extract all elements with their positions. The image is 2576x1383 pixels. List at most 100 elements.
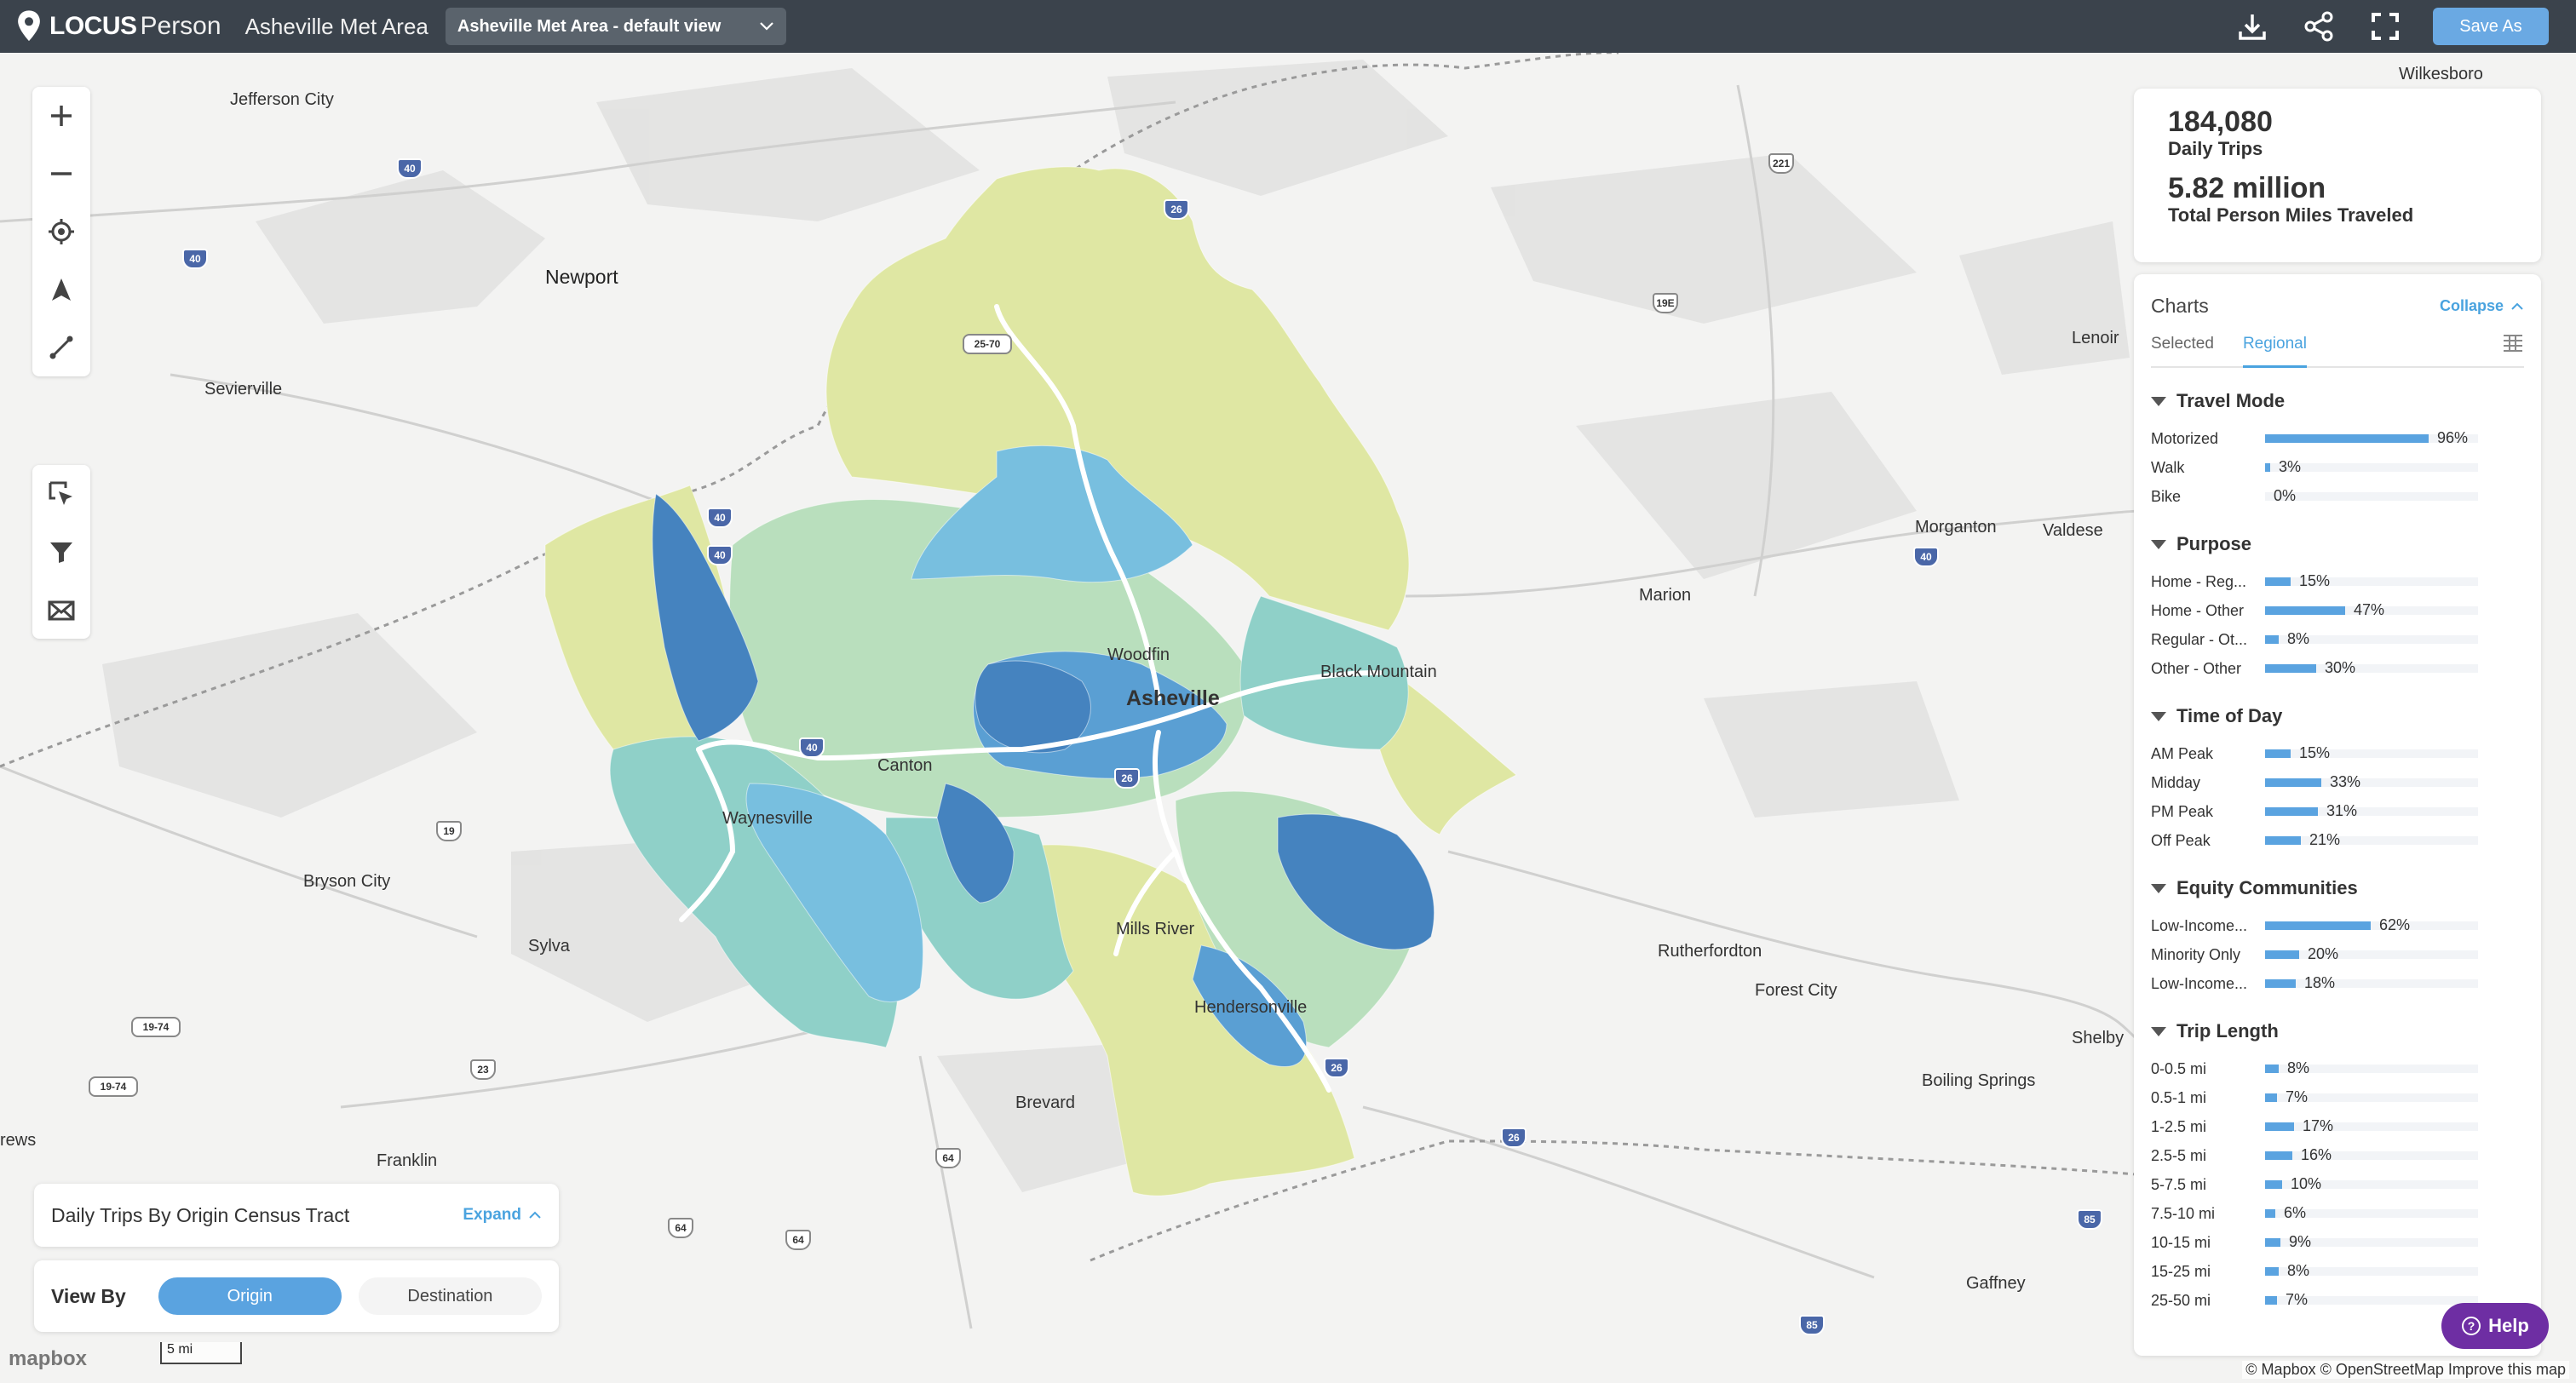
- chart-row: Home - Reg... 15%: [2151, 567, 2524, 596]
- route-shield-icon: 40: [707, 545, 733, 565]
- chart-bar: [2265, 1180, 2282, 1189]
- collapse-button[interactable]: Collapse: [2440, 297, 2524, 315]
- chart-bar-track: 6%: [2265, 1204, 2478, 1221]
- chart-bar-track: 30%: [2265, 659, 2478, 676]
- app-root: LOCUS Person Asheville Met Area Ashevill…: [0, 0, 2576, 1383]
- tab-regional[interactable]: Regional: [2242, 335, 2307, 368]
- chart-bar: [2265, 778, 2321, 787]
- chart-section-toggle[interactable]: Equity Communities: [2151, 877, 2524, 899]
- miles-traveled-label: Total Person Miles Traveled: [2168, 204, 2414, 226]
- chart-row-label: Regular - Ot...: [2151, 630, 2248, 648]
- caret-down-icon: [2151, 711, 2166, 721]
- summary-stats-card: 184,080 Daily Trips 5.82 million Total P…: [2134, 89, 2541, 262]
- help-circle-icon: ?: [2462, 1317, 2481, 1335]
- charts-title: Charts: [2151, 295, 2209, 317]
- chart-row-value: 31%: [2326, 802, 2358, 819]
- download-button[interactable]: [2234, 8, 2271, 45]
- route-shield-icon: 64: [785, 1230, 811, 1250]
- chart-bar: [2265, 1065, 2279, 1073]
- chart-bar: [2265, 979, 2296, 988]
- compass-button[interactable]: [32, 261, 90, 318]
- view-select-dropdown[interactable]: Asheville Met Area - default view: [445, 8, 786, 45]
- help-button[interactable]: ? Help: [2441, 1303, 2549, 1349]
- chart-row-label: AM Peak: [2151, 744, 2214, 762]
- chart-row-label: Minority Only: [2151, 945, 2241, 963]
- expand-button[interactable]: Expand: [463, 1206, 542, 1225]
- chart-bar-track: 33%: [2265, 773, 2478, 790]
- zoom-in-button[interactable]: [32, 87, 90, 145]
- chart-row-label: Home - Other: [2151, 601, 2245, 619]
- chart-row-value: 16%: [2301, 1146, 2332, 1163]
- chart-row: Home - Other 47%: [2151, 596, 2524, 625]
- chart-row-label: 0-0.5 mi: [2151, 1059, 2207, 1077]
- chart-row-label: 0.5-1 mi: [2151, 1088, 2207, 1106]
- map-layers-icon: [48, 600, 75, 621]
- view-by-title: View By: [51, 1284, 126, 1307]
- chart-row: Minority Only 20%: [2151, 940, 2524, 969]
- brand-logo[interactable]: LOCUS Person: [14, 9, 221, 43]
- map-attribution[interactable]: © Mapbox © OpenStreetMap Improve this ma…: [2242, 1361, 2569, 1379]
- chart-row-label: Motorized: [2151, 429, 2219, 447]
- chart-row-value: 7%: [2286, 1291, 2309, 1308]
- chart-bar-track: 47%: [2265, 601, 2478, 618]
- legend-card: Daily Trips By Origin Census Tract Expan…: [34, 1184, 559, 1247]
- chart-bar-track: 8%: [2265, 630, 2478, 647]
- area-name: Asheville Met Area: [244, 13, 428, 39]
- route-shield-icon: 23: [470, 1059, 496, 1080]
- table-view-icon[interactable]: [2502, 333, 2524, 353]
- chart-section-toggle[interactable]: Travel Mode: [2151, 390, 2524, 412]
- map-select-toolbar: [32, 465, 90, 639]
- city-label: Wilkesboro: [2399, 65, 2483, 83]
- route-shield-icon: 19: [436, 821, 462, 841]
- chart-sections: Travel Mode Motorized 96% Walk 3% Bike 0% Purpo…: [2151, 390, 2524, 1315]
- zoom-out-button[interactable]: [32, 145, 90, 203]
- chart-row-value: 10%: [2291, 1175, 2322, 1192]
- charts-header: Charts Collapse: [2151, 295, 2524, 318]
- filter-button[interactable]: [32, 523, 90, 581]
- chart-row-value: 21%: [2309, 831, 2341, 848]
- measure-button[interactable]: [32, 318, 90, 376]
- chart-section: Trip Length 0-0.5 mi 8% 0.5-1 mi 7% 1-2.5 mi 1…: [2151, 1020, 2524, 1315]
- chart-row: Low-Income... 18%: [2151, 969, 2524, 998]
- city-label: Brevard: [1015, 1093, 1076, 1112]
- chart-section-toggle[interactable]: Time of Day: [2151, 705, 2524, 727]
- chart-row: 0.5-1 mi 7%: [2151, 1083, 2524, 1112]
- chart-row: Midday 33%: [2151, 768, 2524, 797]
- chart-row: 10-15 mi 9%: [2151, 1228, 2524, 1257]
- tab-selected[interactable]: Selected: [2151, 335, 2214, 366]
- chart-bar: [2265, 635, 2279, 644]
- chart-bar: [2265, 1238, 2280, 1247]
- chart-bar: [2265, 664, 2316, 673]
- route-shield-icon: 19-74: [131, 1017, 181, 1037]
- route-shield-icon: 26: [1114, 768, 1140, 789]
- save-as-button[interactable]: Save As: [2433, 8, 2549, 45]
- city-label: Mills River: [1116, 920, 1195, 938]
- chart-section: Equity Communities Low-Income... 62% Minori…: [2151, 877, 2524, 998]
- locate-button[interactable]: [32, 203, 90, 261]
- chart-bar-track: 16%: [2265, 1146, 2478, 1163]
- share-button[interactable]: [2300, 8, 2337, 45]
- chart-section-toggle[interactable]: Purpose: [2151, 533, 2524, 555]
- north-arrow-icon: [52, 278, 71, 301]
- help-label: Help: [2488, 1315, 2529, 1336]
- chart-section-toggle[interactable]: Trip Length: [2151, 1020, 2524, 1042]
- caret-down-icon: [2151, 396, 2166, 406]
- chart-row-value: 9%: [2289, 1233, 2312, 1250]
- chart-row-label: Walk: [2151, 458, 2185, 476]
- chart-row-label: 7.5-10 mi: [2151, 1204, 2216, 1222]
- layers-button[interactable]: [32, 581, 90, 639]
- chart-bar-track: 15%: [2265, 572, 2478, 589]
- brand-name: LOCUS: [49, 12, 137, 40]
- select-area-button[interactable]: [32, 465, 90, 523]
- share-icon: [2304, 11, 2333, 42]
- chevron-up-icon: [529, 1211, 541, 1219]
- origin-toggle[interactable]: Origin: [158, 1277, 342, 1315]
- chart-bar: [2265, 950, 2299, 959]
- location-pin-icon: [18, 10, 40, 42]
- mapbox-logo[interactable]: mapbox: [9, 1347, 87, 1371]
- destination-toggle[interactable]: Destination: [358, 1277, 542, 1315]
- city-label: Black Mountain: [1320, 663, 1437, 681]
- fullscreen-button[interactable]: [2366, 8, 2404, 45]
- city-label: rews: [0, 1131, 37, 1150]
- route-shield-icon: 26: [1164, 199, 1189, 220]
